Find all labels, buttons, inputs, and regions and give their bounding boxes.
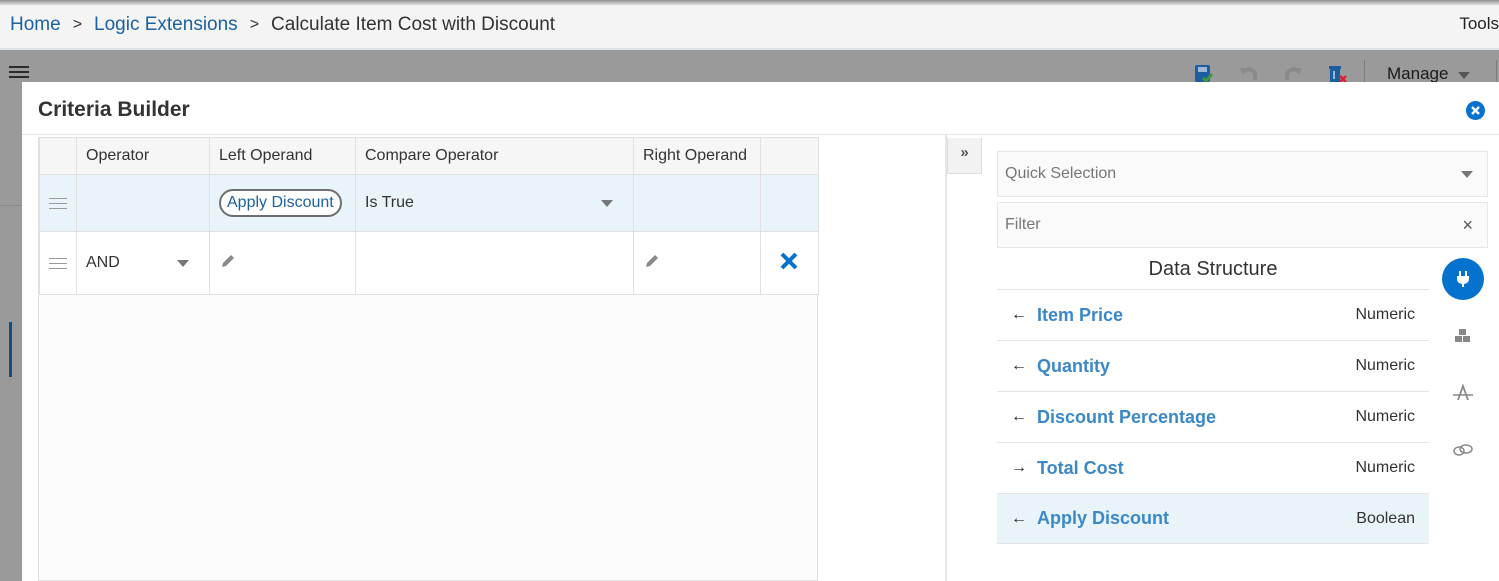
plug-icon[interactable] [1442, 258, 1484, 300]
criteria-row[interactable]: AND [39, 231, 819, 295]
criteria-grid: Operator Left Operand Compare Operator R… [38, 137, 819, 581]
left-operand-pill[interactable]: Apply Discount [219, 189, 342, 217]
pencil-icon[interactable] [219, 252, 237, 270]
cubes-icon[interactable] [1442, 315, 1484, 357]
data-structure-list: ← Item Price Numeric ← Quantity Numeric … [997, 289, 1429, 544]
data-structure-item-selected[interactable]: ← Apply Discount Boolean [997, 493, 1429, 544]
hamburger-menu-icon[interactable] [9, 66, 29, 78]
close-circle-icon[interactable] [1466, 101, 1485, 120]
criteria-row[interactable]: Apply Discount Is True [39, 174, 819, 232]
column-header-compare-operator: Compare Operator [355, 137, 634, 175]
delete-icon[interactable] [1326, 64, 1348, 84]
data-structure-item[interactable]: ← Discount Percentage Numeric [997, 391, 1429, 442]
column-header-right-operand: Right Operand [633, 137, 761, 175]
breadcrumb-separator: > [72, 16, 83, 33]
panel-icon-rail [1442, 258, 1484, 486]
delete-row-icon[interactable] [779, 251, 799, 271]
data-structure-item[interactable]: → Total Cost Numeric [997, 442, 1429, 493]
item-type: Numeric [1355, 357, 1415, 374]
item-name: Apply Discount [1037, 508, 1170, 528]
column-header-left-operand: Left Operand [209, 137, 356, 175]
right-operand-cell[interactable] [633, 174, 761, 232]
operator-cell[interactable] [76, 174, 210, 232]
dialog-divider [22, 134, 1499, 135]
tools-menu[interactable]: Tools [1459, 14, 1499, 34]
operator-select[interactable]: AND [86, 254, 209, 272]
item-name: Discount Percentage [1037, 406, 1217, 427]
toolbar-divider [1496, 60, 1497, 82]
chevron-down-icon [1458, 72, 1471, 79]
left-strip-accent [9, 322, 12, 377]
double-chevron-right-icon[interactable]: » [947, 138, 982, 174]
output-arrow-icon: → [1011, 459, 1027, 476]
chevron-down-icon [1461, 170, 1473, 178]
column-header-operator: Operator [76, 137, 210, 175]
criteria-header-row: Operator Left Operand Compare Operator R… [39, 137, 819, 175]
panel-splitter[interactable] [945, 135, 947, 581]
breadcrumb-bar: Home > Logic Extensions > Calculate Item… [0, 6, 1499, 50]
input-arrow-icon: ← [1011, 357, 1027, 374]
quick-selection-placeholder: Quick Selection [1005, 165, 1117, 182]
redo-icon[interactable] [1282, 64, 1304, 84]
chevron-down-icon [601, 199, 613, 207]
breadcrumb-separator: > [249, 16, 260, 33]
criteria-builder-dialog: Criteria Builder Operator Left Operand C… [22, 82, 1499, 581]
left-strip-divider [0, 205, 22, 206]
column-header-actions [760, 137, 819, 175]
toolbar: Manage [0, 52, 1499, 84]
function-icon[interactable] [1442, 372, 1484, 414]
save-icon[interactable] [1193, 64, 1215, 84]
quick-selection-dropdown[interactable]: Quick Selection [997, 151, 1488, 197]
link-icon[interactable] [1442, 429, 1484, 471]
manage-label: Manage [1387, 64, 1449, 83]
breadcrumb: Home > Logic Extensions > Calculate Item… [10, 14, 555, 36]
undo-icon[interactable] [1238, 64, 1260, 84]
pencil-icon[interactable] [643, 252, 661, 270]
actions-cell [760, 174, 819, 232]
filter-input[interactable]: Filter × [997, 202, 1488, 248]
drag-handle-icon[interactable] [49, 197, 67, 209]
column-header-drag [39, 137, 77, 175]
manage-menu[interactable]: Manage [1387, 64, 1471, 84]
filter-placeholder: Filter [1005, 216, 1041, 233]
item-name: Quantity [1037, 355, 1111, 376]
breadcrumb-current: Calculate Item Cost with Discount [271, 14, 556, 35]
dialog-title: Criteria Builder [38, 98, 190, 121]
item-type: Boolean [1356, 509, 1415, 527]
item-name: Total Cost [1037, 457, 1124, 478]
data-structure-item[interactable]: ← Quantity Numeric [997, 340, 1429, 391]
compare-operator-select[interactable]: Is True [365, 194, 633, 212]
drag-handle-icon[interactable] [49, 257, 67, 269]
input-arrow-icon: ← [1011, 306, 1027, 323]
input-arrow-icon: ← [1011, 509, 1027, 527]
toolbar-divider [1364, 60, 1365, 82]
breadcrumb-logic-extensions[interactable]: Logic Extensions [94, 14, 238, 36]
item-type: Numeric [1355, 459, 1415, 476]
breadcrumb-home[interactable]: Home [10, 14, 61, 36]
input-arrow-icon: ← [1011, 408, 1027, 425]
operator-value: AND [86, 254, 120, 271]
compare-operator-cell[interactable] [355, 231, 634, 295]
item-name: Item Price [1037, 304, 1124, 325]
data-structure-title: Data Structure [1148, 258, 1278, 280]
item-type: Numeric [1355, 408, 1415, 425]
data-structure-item[interactable]: ← Item Price Numeric [997, 289, 1429, 340]
item-type: Numeric [1355, 306, 1415, 323]
chevron-down-icon [177, 259, 189, 267]
compare-operator-value: Is True [365, 194, 414, 211]
clear-icon[interactable]: × [1462, 215, 1473, 236]
